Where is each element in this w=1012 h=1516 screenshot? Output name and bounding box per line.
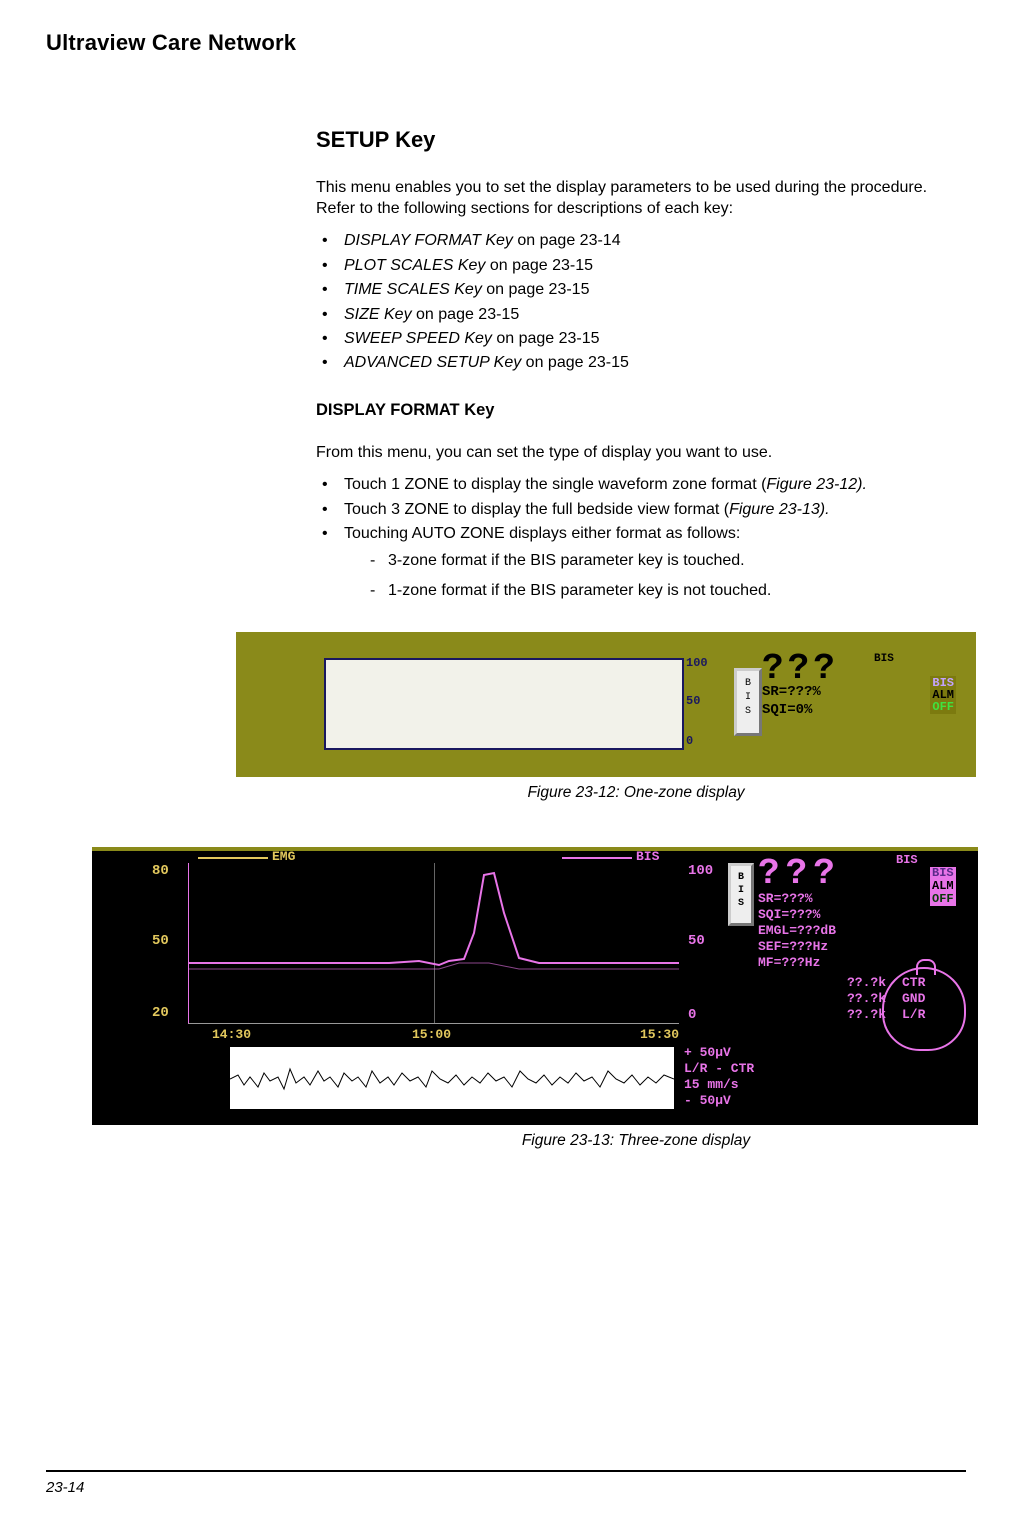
bis-button[interactable]: BIS [734, 668, 762, 736]
bis-value: ??? [762, 654, 839, 684]
x-tick: 15:00 [412, 1027, 451, 1044]
bis-readout: BIS ??? SR=???% SQI=0% [762, 654, 839, 720]
intro-paragraph: This menu enables you to set the display… [316, 178, 956, 219]
emg-ytick: 20 [152, 1005, 169, 1023]
list-item-em: ADVANCED SETUP Key [344, 354, 521, 371]
emg-ytick: 50 [152, 933, 169, 951]
bis-ytick: 0 [688, 1007, 696, 1025]
bis-alarm-badge: BIS ALM OFF [930, 867, 956, 906]
emg-ytick: 80 [152, 863, 169, 881]
figure-12-caption: Figure 23-12: One-zone display [316, 783, 956, 803]
eeg-waveform-box [230, 1047, 674, 1109]
sub-heading: DISPLAY FORMAT Key [316, 400, 956, 421]
list-item-rest: on page 23-15 [412, 306, 520, 323]
sub-paragraph: From this menu, you can set the type of … [316, 443, 956, 463]
list-item-rest: on page 23-14 [513, 232, 621, 249]
list-item-em: SWEEP SPEED Key [344, 330, 492, 347]
figure-13-caption: Figure 23-13: Three-zone display [316, 1131, 956, 1151]
bis-trace [189, 863, 679, 1023]
list-item-rest: on page 23-15 [521, 354, 629, 371]
sqi-value: SQI=0% [762, 702, 839, 720]
bis-parameters: SR=???% SQI=???% EMGL=???dB SEF=???Hz MF… [758, 891, 836, 971]
bis-alarm-badge: BIS ALM OFF [930, 676, 956, 714]
impedance-values: ??.?k ??.?k ??.?k [826, 975, 886, 1023]
list-item-rest: on page 23-15 [485, 257, 593, 274]
trend-plot [188, 863, 679, 1024]
figure-one-zone-display: 100 50 0 BIS BIS ??? SR=???% SQI=0% BIS … [236, 632, 976, 777]
bis-button[interactable]: BIS [728, 863, 754, 926]
sub-list-item: 1-zone format if the BIS parameter key i… [366, 581, 956, 601]
list-item-em: SIZE Key [344, 306, 412, 323]
list-item-em: PLOT SCALES Key [344, 257, 485, 274]
list-item-rest: on page 23-15 [482, 281, 590, 298]
bis-ytick: 50 [688, 933, 705, 951]
list-item-em: TIME SCALES Key [344, 281, 482, 298]
key-list: DISPLAY FORMAT Key on page 23-14 PLOT SC… [316, 231, 956, 374]
x-tick: 15:30 [640, 1027, 679, 1044]
document-title: Ultraview Care Network [46, 30, 966, 56]
page-number: 23-14 [46, 1479, 84, 1496]
sub-list-item: 3-zone format if the BIS parameter key i… [366, 551, 956, 571]
list-item: Touch 1 ZONE to display the single wavef… [316, 475, 956, 495]
section-heading: SETUP Key [316, 126, 956, 154]
eeg-scale-labels: + 50µV L/R - CTR 15 mm/s - 50µV [684, 1045, 754, 1109]
figure-three-zone-display: EMG BIS 80 50 20 100 50 0 14:30 15:00 15… [92, 847, 978, 1125]
list-item-rest: on page 23-15 [492, 330, 600, 347]
format-list: Touch 1 ZONE to display the single wavef… [316, 475, 956, 601]
list-item: Touching AUTO ZONE displays either forma… [316, 524, 956, 601]
footer-rule [46, 1470, 966, 1472]
head-icon [882, 967, 966, 1051]
x-tick: 14:30 [212, 1027, 251, 1044]
waveform-area [324, 658, 684, 750]
list-item-em: DISPLAY FORMAT Key [344, 232, 513, 249]
bis-ytick: 100 [688, 863, 713, 881]
bis-label: BIS [896, 853, 918, 868]
list-item: Touch 3 ZONE to display the full bedside… [316, 500, 956, 520]
